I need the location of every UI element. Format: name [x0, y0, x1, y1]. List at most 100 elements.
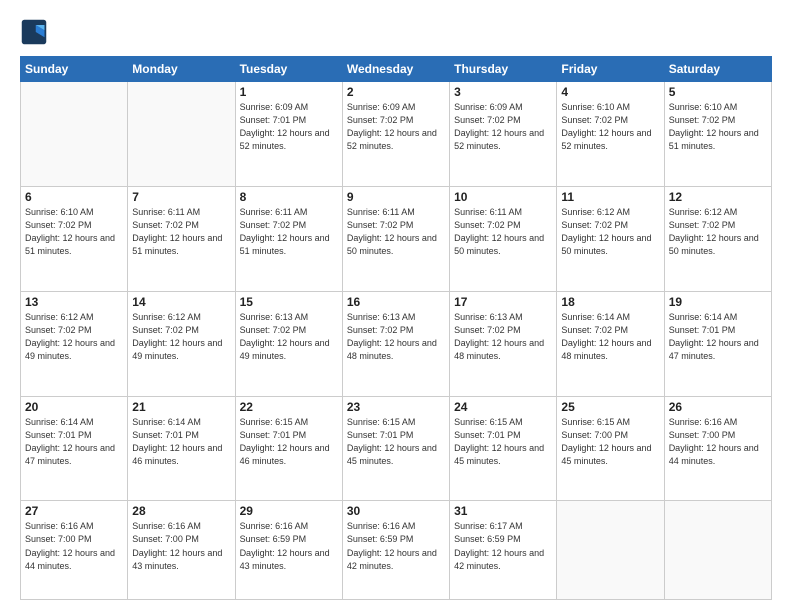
calendar-cell: 10 Sunrise: 6:11 AM Sunset: 7:02 PM Dayli… — [450, 186, 557, 291]
day-info: Sunrise: 6:10 AM Sunset: 7:02 PM Dayligh… — [669, 101, 767, 153]
day-info: Sunrise: 6:12 AM Sunset: 7:02 PM Dayligh… — [669, 206, 767, 258]
day-number: 10 — [454, 190, 552, 204]
calendar-cell: 9 Sunrise: 6:11 AM Sunset: 7:02 PM Daylig… — [342, 186, 449, 291]
weekday-header-tuesday: Tuesday — [235, 57, 342, 82]
day-number: 27 — [25, 504, 123, 518]
calendar-cell: 22Sunrise: 6:15 AM Sunset: 7:01 PM Dayli… — [235, 396, 342, 501]
day-info: Sunrise: 6:13 AM Sunset: 7:02 PM Dayligh… — [240, 311, 338, 363]
day-info: Sunrise: 6:12 AM Sunset: 7:02 PM Dayligh… — [561, 206, 659, 258]
calendar-week-row: 13 Sunrise: 6:12 AM Sunset: 7:02 PM Dayli… — [21, 291, 772, 396]
day-number: 21 — [132, 400, 230, 414]
day-info: Sunrise: 6:15 AM Sunset: 7:01 PM Dayligh… — [347, 416, 445, 468]
logo — [20, 18, 52, 46]
day-info: Sunrise: 6:09 AM Sunset: 7:02 PM Dayligh… — [347, 101, 445, 153]
calendar-cell: 2 Sunrise: 6:09 AM Sunset: 7:02 PM Daylig… — [342, 82, 449, 187]
day-info: Sunrise: 6:12 AM Sunset: 7:02 PM Dayligh… — [132, 311, 230, 363]
logo-icon — [20, 18, 48, 46]
day-info: Sunrise: 6:15 AM Sunset: 7:00 PM Dayligh… — [561, 416, 659, 468]
day-info: Sunrise: 6:11 AM Sunset: 7:02 PM Dayligh… — [347, 206, 445, 258]
calendar-cell: 18Sunrise: 6:14 AM Sunset: 7:02 PM Dayli… — [557, 291, 664, 396]
weekday-header-saturday: Saturday — [664, 57, 771, 82]
day-number: 24 — [454, 400, 552, 414]
calendar-cell: 30 Sunrise: 6:16 AM Sunset: 6:59 PM Dayli… — [342, 501, 449, 600]
day-info: Sunrise: 6:10 AM Sunset: 7:02 PM Dayligh… — [561, 101, 659, 153]
weekday-header-monday: Monday — [128, 57, 235, 82]
day-number: 2 — [347, 85, 445, 99]
day-number: 28 — [132, 504, 230, 518]
calendar-cell: 7 Sunrise: 6:11 AM Sunset: 7:02 PM Daylig… — [128, 186, 235, 291]
weekday-header-sunday: Sunday — [21, 57, 128, 82]
calendar-cell: 12 Sunrise: 6:12 AM Sunset: 7:02 PM Dayli… — [664, 186, 771, 291]
calendar-cell: 31 Sunrise: 6:17 AM Sunset: 6:59 PM Dayli… — [450, 501, 557, 600]
calendar-cell: 23 Sunrise: 6:15 AM Sunset: 7:01 PM Dayli… — [342, 396, 449, 501]
day-number: 29 — [240, 504, 338, 518]
day-number: 7 — [132, 190, 230, 204]
calendar-table: SundayMondayTuesdayWednesdayThursdayFrid… — [20, 56, 772, 600]
calendar-cell: 15Sunrise: 6:13 AM Sunset: 7:02 PM Dayli… — [235, 291, 342, 396]
day-number: 11 — [561, 190, 659, 204]
calendar-cell: 20 Sunrise: 6:14 AM Sunset: 7:01 PM Dayli… — [21, 396, 128, 501]
day-number: 6 — [25, 190, 123, 204]
day-number: 12 — [669, 190, 767, 204]
day-info: Sunrise: 6:16 AM Sunset: 6:59 PM Dayligh… — [347, 520, 445, 572]
day-info: Sunrise: 6:11 AM Sunset: 7:02 PM Dayligh… — [454, 206, 552, 258]
day-info: Sunrise: 6:13 AM Sunset: 7:02 PM Dayligh… — [454, 311, 552, 363]
calendar-cell: 24 Sunrise: 6:15 AM Sunset: 7:01 PM Dayli… — [450, 396, 557, 501]
day-info: Sunrise: 6:14 AM Sunset: 7:02 PM Dayligh… — [561, 311, 659, 363]
day-info: Sunrise: 6:16 AM Sunset: 7:00 PM Dayligh… — [132, 520, 230, 572]
day-info: Sunrise: 6:16 AM Sunset: 6:59 PM Dayligh… — [240, 520, 338, 572]
day-number: 25 — [561, 400, 659, 414]
day-info: Sunrise: 6:11 AM Sunset: 7:02 PM Dayligh… — [240, 206, 338, 258]
day-number: 5 — [669, 85, 767, 99]
day-info: Sunrise: 6:12 AM Sunset: 7:02 PM Dayligh… — [25, 311, 123, 363]
day-info: Sunrise: 6:14 AM Sunset: 7:01 PM Dayligh… — [25, 416, 123, 468]
calendar-cell: 25 Sunrise: 6:15 AM Sunset: 7:00 PM Dayli… — [557, 396, 664, 501]
day-number: 3 — [454, 85, 552, 99]
day-number: 30 — [347, 504, 445, 518]
calendar-cell: 28 Sunrise: 6:16 AM Sunset: 7:00 PM Dayli… — [128, 501, 235, 600]
day-info: Sunrise: 6:09 AM Sunset: 7:01 PM Dayligh… — [240, 101, 338, 153]
day-info: Sunrise: 6:15 AM Sunset: 7:01 PM Dayligh… — [454, 416, 552, 468]
day-number: 20 — [25, 400, 123, 414]
weekday-header-thursday: Thursday — [450, 57, 557, 82]
day-number: 1 — [240, 85, 338, 99]
day-number: 9 — [347, 190, 445, 204]
calendar-cell — [557, 501, 664, 600]
calendar-cell: 13 Sunrise: 6:12 AM Sunset: 7:02 PM Dayli… — [21, 291, 128, 396]
page: SundayMondayTuesdayWednesdayThursdayFrid… — [0, 0, 792, 612]
day-info: Sunrise: 6:16 AM Sunset: 7:00 PM Dayligh… — [25, 520, 123, 572]
day-info: Sunrise: 6:14 AM Sunset: 7:01 PM Dayligh… — [132, 416, 230, 468]
calendar-week-row: 20 Sunrise: 6:14 AM Sunset: 7:01 PM Dayli… — [21, 396, 772, 501]
calendar-cell: 21 Sunrise: 6:14 AM Sunset: 7:01 PM Dayli… — [128, 396, 235, 501]
day-number: 31 — [454, 504, 552, 518]
calendar-cell: 4 Sunrise: 6:10 AM Sunset: 7:02 PM Daylig… — [557, 82, 664, 187]
calendar-cell: 3 Sunrise: 6:09 AM Sunset: 7:02 PM Daylig… — [450, 82, 557, 187]
calendar-cell: 27 Sunrise: 6:16 AM Sunset: 7:00 PM Dayli… — [21, 501, 128, 600]
day-info: Sunrise: 6:11 AM Sunset: 7:02 PM Dayligh… — [132, 206, 230, 258]
calendar-cell — [128, 82, 235, 187]
day-number: 13 — [25, 295, 123, 309]
day-info: Sunrise: 6:14 AM Sunset: 7:01 PM Dayligh… — [669, 311, 767, 363]
calendar-cell: 11 Sunrise: 6:12 AM Sunset: 7:02 PM Dayli… — [557, 186, 664, 291]
calendar-cell: 29 Sunrise: 6:16 AM Sunset: 6:59 PM Dayli… — [235, 501, 342, 600]
day-info: Sunrise: 6:15 AM Sunset: 7:01 PM Dayligh… — [240, 416, 338, 468]
day-number: 4 — [561, 85, 659, 99]
calendar-cell: 26Sunrise: 6:16 AM Sunset: 7:00 PM Dayli… — [664, 396, 771, 501]
calendar-cell: 8 Sunrise: 6:11 AM Sunset: 7:02 PM Daylig… — [235, 186, 342, 291]
day-info: Sunrise: 6:17 AM Sunset: 6:59 PM Dayligh… — [454, 520, 552, 572]
weekday-header-row: SundayMondayTuesdayWednesdayThursdayFrid… — [21, 57, 772, 82]
calendar-cell: 19 Sunrise: 6:14 AM Sunset: 7:01 PM Dayli… — [664, 291, 771, 396]
day-number: 23 — [347, 400, 445, 414]
calendar-week-row: 1 Sunrise: 6:09 AM Sunset: 7:01 PM Daylig… — [21, 82, 772, 187]
header — [20, 18, 772, 46]
calendar-cell: 1 Sunrise: 6:09 AM Sunset: 7:01 PM Daylig… — [235, 82, 342, 187]
calendar-cell: 17Sunrise: 6:13 AM Sunset: 7:02 PM Dayli… — [450, 291, 557, 396]
day-info: Sunrise: 6:10 AM Sunset: 7:02 PM Dayligh… — [25, 206, 123, 258]
day-info: Sunrise: 6:13 AM Sunset: 7:02 PM Dayligh… — [347, 311, 445, 363]
day-number: 8 — [240, 190, 338, 204]
day-number: 19 — [669, 295, 767, 309]
day-info: Sunrise: 6:09 AM Sunset: 7:02 PM Dayligh… — [454, 101, 552, 153]
day-number: 26 — [669, 400, 767, 414]
calendar-cell: 14Sunrise: 6:12 AM Sunset: 7:02 PM Dayli… — [128, 291, 235, 396]
calendar-cell: 5 Sunrise: 6:10 AM Sunset: 7:02 PM Daylig… — [664, 82, 771, 187]
